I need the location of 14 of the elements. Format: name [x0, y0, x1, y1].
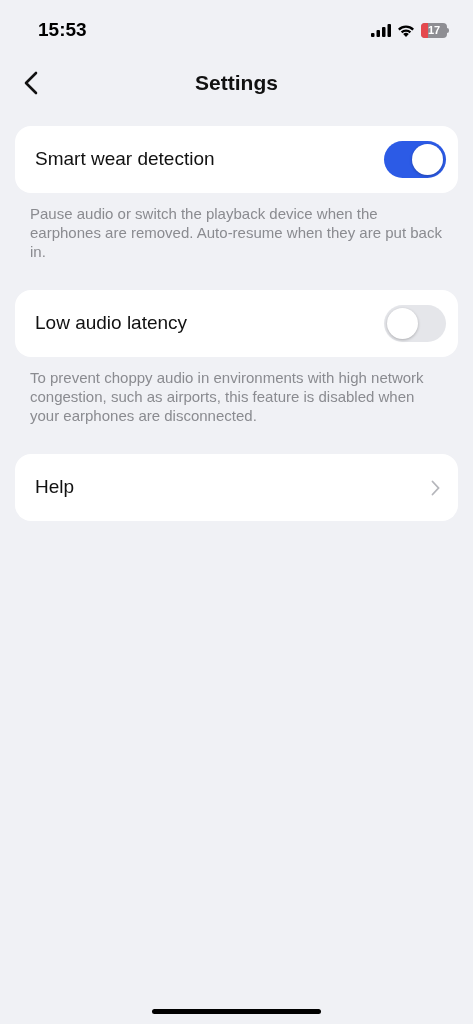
battery-level: 17 [427, 23, 441, 37]
toggle-switch[interactable] [384, 141, 446, 178]
setting-label: Smart wear detection [35, 147, 215, 172]
help-row[interactable]: Help [15, 454, 458, 521]
signal-icon [371, 23, 391, 37]
wifi-icon [397, 23, 415, 37]
toggle-switch[interactable] [384, 305, 446, 342]
back-icon [24, 71, 38, 95]
setting-label: Low audio latency [35, 311, 188, 336]
page-title: Settings [195, 70, 278, 97]
setting-description: To prevent choppy audio in environments with high network congestion, such as airports, this feature is disabled when your earphones are disconnected. [29, 368, 425, 426]
chevron-right-icon [431, 479, 440, 496]
status-time: 15:53 [38, 17, 87, 42]
setting-description: Pause audio or switch the playback device when the earphones are removed. Auto-resume when they are put back in. [29, 204, 443, 262]
